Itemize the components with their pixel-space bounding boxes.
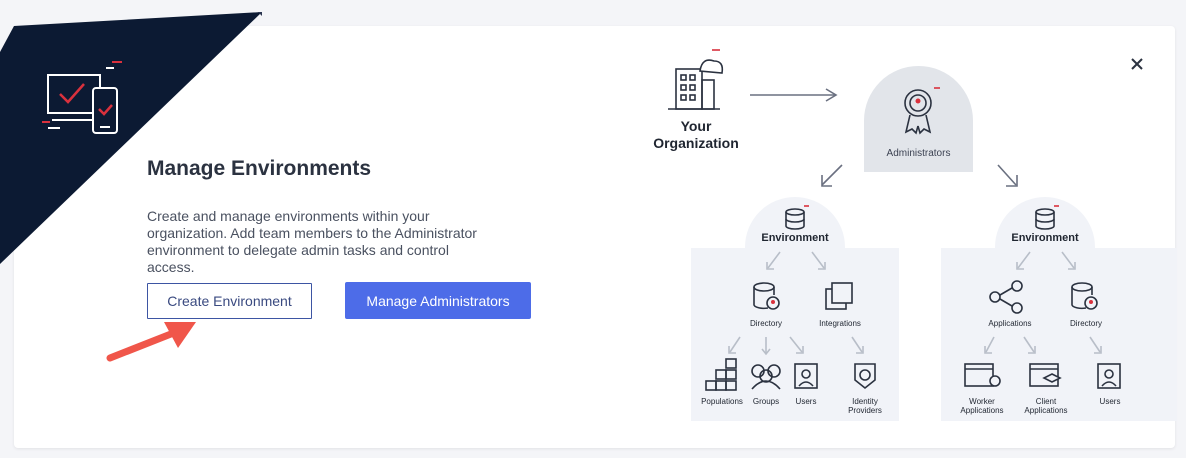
groups-label: Groups [752,397,780,406]
applications-icon [989,280,1023,314]
database-icon-left [785,208,805,230]
directory-label-right: Directory [1069,319,1102,328]
identity-providers-icon [854,363,876,390]
integrations-label: Integrations [819,319,861,328]
identity-providers-label: Identity Providers [848,397,882,415]
database-icon-right [1035,208,1055,230]
environment-label-right: Environment [1011,232,1079,244]
organization-label: Your Organization [653,118,739,151]
administrators-label: Administrators [886,148,951,159]
users-label-left: Users [795,397,817,406]
users-label-right: Users [1099,397,1121,406]
applications-label: Applications [988,319,1032,328]
directory-label-left: Directory [749,319,782,328]
building-icon [668,59,724,110]
populations-icon [705,358,737,391]
integrations-icon [825,282,853,310]
users-icon-right [1097,363,1121,389]
client-applications-icon [1029,363,1062,387]
directory-icon-right [1071,282,1098,310]
populations-label: Populations [701,397,743,406]
client-applications-label: Client Applications [1024,397,1068,415]
diagram-graphics [668,49,1121,391]
users-icon-left [794,363,818,389]
groups-icon [751,364,781,390]
environment-label-left: Environment [761,232,829,244]
administrator-badge-icon [904,89,932,135]
directory-icon-left [753,282,780,310]
worker-applications-icon [964,363,1001,387]
worker-applications-label: Worker Applications [960,397,1004,415]
